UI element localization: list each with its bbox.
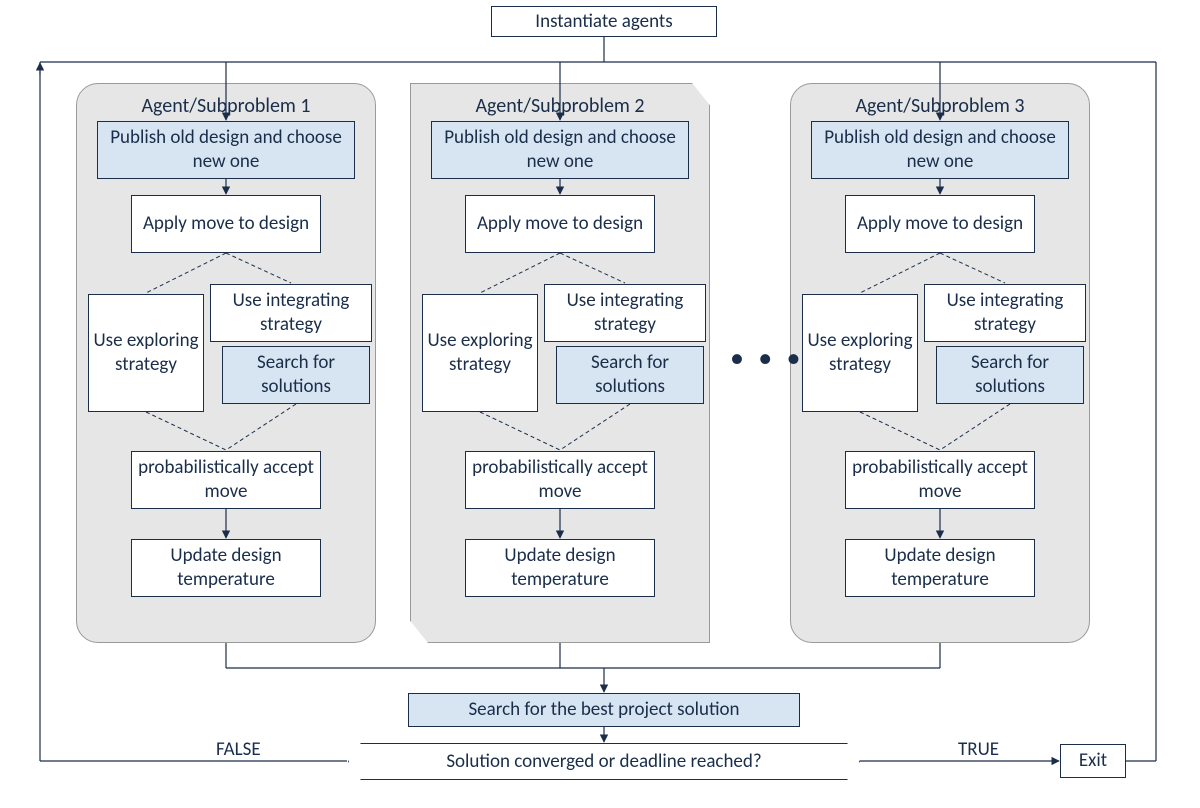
accept-box-2: probabilistically accept move: [465, 451, 655, 509]
apply-box-1: Apply move to design: [131, 195, 321, 253]
agent-title-3: Agent/Subproblem 3: [791, 94, 1089, 118]
explore-box-2: Use exploring strategy: [422, 294, 538, 412]
ellipsis: • • •: [730, 340, 805, 375]
publish-box-2: Publish old design and choose new one: [431, 121, 689, 179]
explore-box-1: Use exploring strategy: [88, 294, 204, 412]
update-box-1: Update design temperature: [131, 539, 321, 597]
search-best-box: Search for the best project solution: [408, 693, 800, 727]
search-box-1: Search for solutions: [222, 346, 370, 404]
agent-title-2: Agent/Subproblem 2: [411, 94, 709, 118]
false-label: FALSE: [216, 738, 261, 761]
agent-title-1: Agent/Subproblem 1: [77, 94, 375, 118]
true-label: TRUE: [958, 738, 999, 761]
accept-box-3: probabilistically accept move: [845, 451, 1035, 509]
apply-box-2: Apply move to design: [465, 195, 655, 253]
exit-box: Exit: [1060, 744, 1126, 778]
integrate-box-2: Use integrating strategy: [544, 284, 706, 342]
publish-box-1: Publish old design and choose new one: [97, 121, 355, 179]
integrate-box-1: Use integrating strategy: [210, 284, 372, 342]
search-box-3: Search for solutions: [936, 346, 1084, 404]
update-box-2: Update design temperature: [465, 539, 655, 597]
accept-box-1: probabilistically accept move: [131, 451, 321, 509]
search-box-2: Search for solutions: [556, 346, 704, 404]
decision-hex: Solution converged or deadline reached?: [348, 743, 860, 780]
publish-box-3: Publish old design and choose new one: [811, 121, 1069, 179]
apply-box-3: Apply move to design: [845, 195, 1035, 253]
integrate-box-3: Use integrating strategy: [924, 284, 1086, 342]
explore-box-3: Use exploring strategy: [802, 294, 918, 412]
update-box-3: Update design temperature: [845, 539, 1035, 597]
instantiate-box: Instantiate agents: [491, 6, 717, 37]
instantiate-label: Instantiate agents: [535, 10, 672, 34]
